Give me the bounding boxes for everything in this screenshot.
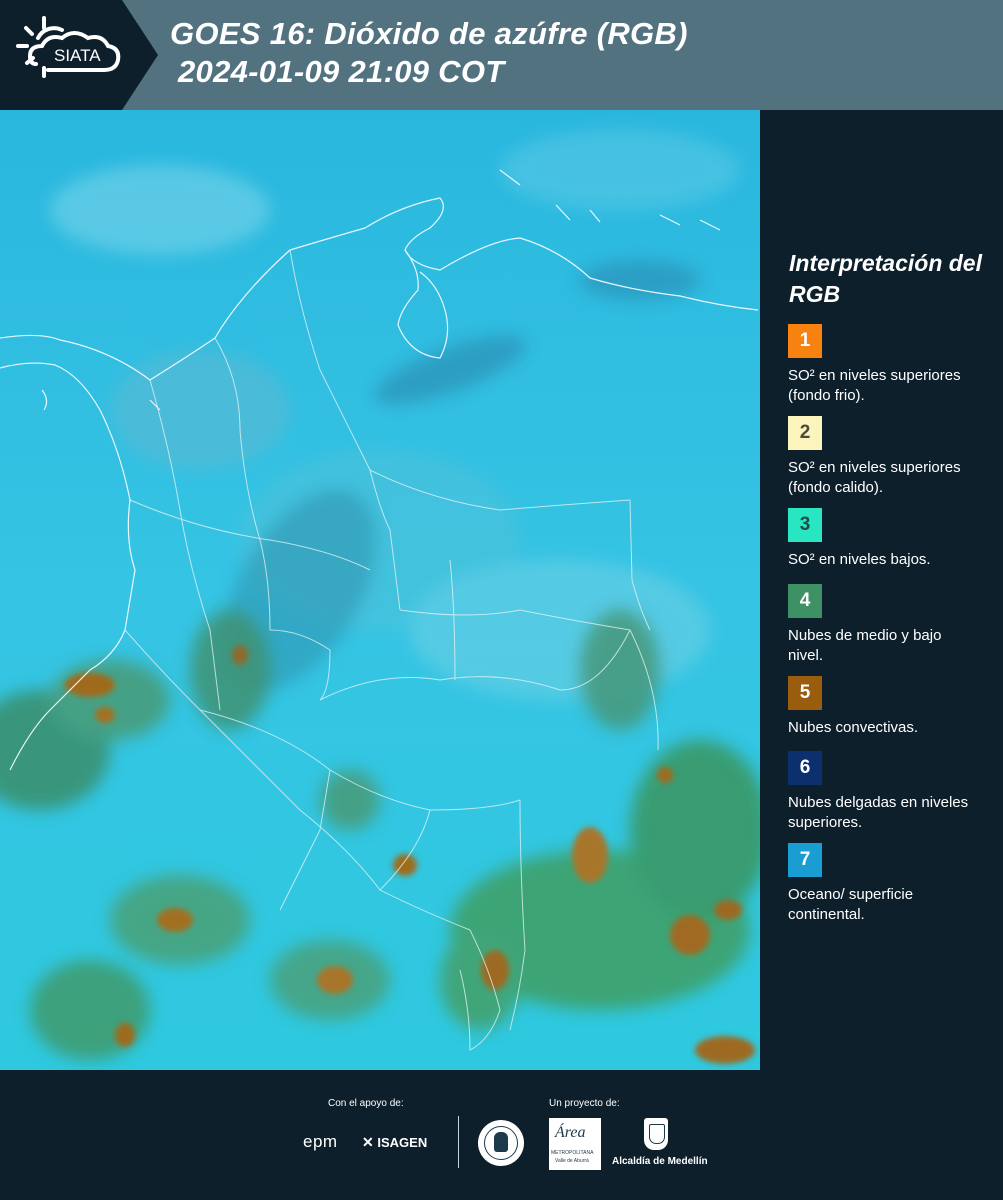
alcaldia-crest-icon xyxy=(644,1118,668,1150)
area-logo-title: Área xyxy=(555,1124,586,1141)
legend-label-6: Nubes delgadas en niveles superiores. xyxy=(788,794,969,831)
support-label: Con el apoyo de: xyxy=(328,1098,404,1109)
hand-icon xyxy=(494,1132,508,1152)
legend-label-1: SO² en niveles superiores (fondo frio). xyxy=(788,367,961,404)
legend-label-4: Nubes de medio y bajo nivel. xyxy=(788,627,942,664)
satellite-image xyxy=(0,110,760,1070)
legend-item-7: 7 Oceano/ superficie continental. xyxy=(788,843,988,925)
legend-swatch-5: 5 xyxy=(788,676,822,710)
header-bar: SIATA GOES 16: Dióxido de azúfre (RGB) 2… xyxy=(0,0,1003,110)
legend-swatch-2: 2 xyxy=(788,416,822,450)
legend-swatch-7: 7 xyxy=(788,843,822,877)
legend-swatch-1: 1 xyxy=(788,324,822,358)
legend-item-6: 6 Nubes delgadas en niveles superiores. xyxy=(788,751,988,833)
area-logo-subtitle: METROPOLITANA xyxy=(551,1150,594,1156)
map-title: GOES 16: Dióxido de azúfre (RGB) xyxy=(170,16,688,51)
area-logo-subtitle2: Valle de Aburrá xyxy=(555,1158,589,1164)
map-timestamp: 2024-01-09 21:09 COT xyxy=(178,54,505,89)
footer-divider xyxy=(458,1116,459,1168)
footer-bar: Con el apoyo de: Un proyecto de: epm ✕ I… xyxy=(0,1070,1003,1200)
isagen-label: ISAGEN xyxy=(377,1135,428,1150)
crest-inner-icon xyxy=(649,1124,665,1144)
project-label: Un proyecto de: xyxy=(549,1098,620,1109)
legend-label-3: SO² en niveles bajos. xyxy=(788,551,931,568)
legend-panel: Interpretación del RGB 1 SO² en niveles … xyxy=(760,110,1003,1070)
legend-item-3: 3 SO² en niveles bajos. xyxy=(788,508,988,570)
legend-swatch-3: 3 xyxy=(788,508,822,542)
medellin-seal-logo xyxy=(478,1120,524,1166)
isagen-mark-icon: ✕ xyxy=(362,1134,374,1150)
legend-item-4: 4 Nubes de medio y bajo nivel. xyxy=(788,584,988,666)
legend-label-2: SO² en niveles superiores (fondo calido)… xyxy=(788,459,961,496)
svg-text:SIATA: SIATA xyxy=(54,46,101,65)
legend-title: Interpretación del RGB xyxy=(789,250,982,307)
legend-swatch-4: 4 xyxy=(788,584,822,618)
legend-item-2: 2 SO² en niveles superiores (fondo calid… xyxy=(788,416,988,498)
isagen-logo: ✕ ISAGEN xyxy=(362,1134,427,1151)
legend-item-5: 5 Nubes convectivas. xyxy=(788,676,988,738)
area-metropolitana-logo: Área METROPOLITANA Valle de Aburrá xyxy=(549,1118,601,1170)
siata-logo: SIATA xyxy=(0,0,158,110)
alcaldia-logo-text: Alcaldía de Medellín xyxy=(612,1156,708,1167)
legend-label-5: Nubes convectivas. xyxy=(788,719,919,736)
epm-logo: epm xyxy=(303,1132,338,1151)
legend-item-1: 1 SO² en niveles superiores (fondo frio)… xyxy=(788,324,988,406)
legend-label-7: Oceano/ superficie continental. xyxy=(788,886,914,923)
legend-swatch-6: 6 xyxy=(788,751,822,785)
